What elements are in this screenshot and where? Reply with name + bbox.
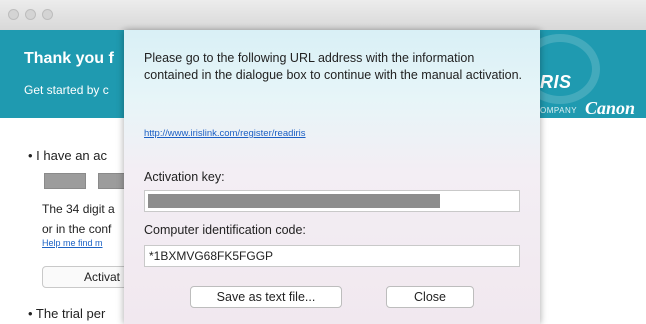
zoom-window-button[interactable]	[42, 9, 53, 20]
instruction-text-line1: The 34 digit a	[42, 202, 115, 216]
activation-key-masked-value	[148, 194, 440, 208]
close-window-button[interactable]	[8, 9, 19, 20]
help-find-key-link[interactable]: Help me find m	[42, 238, 103, 248]
minimize-window-button[interactable]	[25, 9, 36, 20]
activation-option-bullet[interactable]: • I have an ac	[28, 148, 107, 163]
activation-key-label: Activation key:	[144, 170, 225, 184]
banner-subtitle: Get started by c	[24, 83, 109, 97]
close-button[interactable]: Close	[386, 286, 474, 308]
registration-url-link[interactable]: http://www.irislink.com/register/readiri…	[144, 128, 306, 139]
computer-id-value: *1BXMVG68FK5FGGP	[149, 249, 274, 263]
computer-id-label: Computer identification code:	[144, 223, 306, 237]
canon-logo: Canon	[585, 98, 636, 118]
instruction-text-line2: or in the conf	[42, 222, 112, 236]
trial-option-bullet[interactable]: • The trial per	[28, 306, 105, 321]
window-titlebar	[0, 0, 646, 31]
key-segment-input-1[interactable]	[44, 173, 86, 189]
save-as-text-file-button[interactable]: Save as text file...	[190, 286, 342, 308]
computer-id-field[interactable]: *1BXMVG68FK5FGGP	[144, 245, 520, 267]
iris-logo-text: RIS	[540, 72, 572, 92]
iris-company-text: OMPANY	[540, 106, 578, 115]
banner-title: Thank you f	[24, 50, 114, 67]
activation-key-field[interactable]	[144, 190, 520, 212]
dialog-message: Please go to the following URL address w…	[144, 51, 523, 82]
manual-activation-dialog: Please go to the following URL address w…	[124, 30, 540, 324]
